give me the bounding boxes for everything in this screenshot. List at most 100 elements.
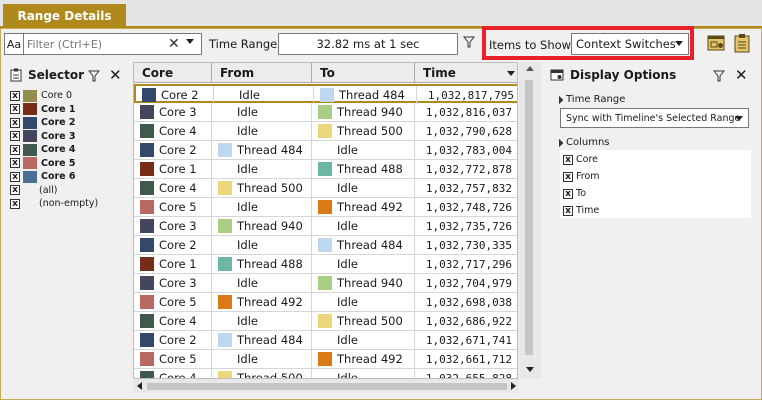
- table-row[interactable]: Core 3 Idle Thread 940 1,032,704,979: [134, 274, 517, 293]
- table-row[interactable]: Core 2 Idle Thread 484 1,032,730,335: [134, 236, 517, 255]
- cell-text: 1,032,817,795: [427, 88, 514, 102]
- color-swatch: [318, 295, 332, 309]
- cell-text: Thread 488: [237, 257, 303, 271]
- checkbox-checked[interactable]: x: [10, 104, 20, 114]
- horizontal-scrollbar[interactable]: [133, 379, 519, 393]
- vertical-scroll-thumb[interactable]: [525, 80, 533, 355]
- table-row[interactable]: Core 5 Idle Thread 492 1,032,661,712: [134, 350, 517, 369]
- color-swatch: [218, 124, 232, 138]
- scroll-right-icon[interactable]: [511, 382, 516, 390]
- column-option-to[interactable]: x To: [563, 186, 586, 201]
- column-header-time[interactable]: Time: [415, 63, 517, 83]
- checkbox-checked[interactable]: x: [563, 188, 573, 199]
- time-range-section-header[interactable]: Time Range: [554, 94, 625, 105]
- scroll-left-icon[interactable]: [137, 382, 142, 390]
- checkbox-checked[interactable]: x: [10, 90, 20, 101]
- table-row[interactable]: Core 1 Idle Thread 488 1,032,772,878: [134, 160, 517, 179]
- checkbox-checked[interactable]: x: [563, 154, 573, 165]
- table-row[interactable]: Core 2 Idle Thread 484 1,032,817,795: [134, 84, 517, 104]
- section-label: Columns: [566, 137, 610, 148]
- funnel-icon[interactable]: [713, 70, 725, 82]
- column-header-label: Core: [142, 66, 174, 80]
- column-header-from[interactable]: From: [212, 63, 312, 83]
- color-swatch: [140, 238, 154, 252]
- table-row[interactable]: Core 1 Thread 488 Idle 1,032,717,296: [134, 255, 517, 274]
- filter-history-dropdown-icon[interactable]: [186, 39, 194, 44]
- table-cell: Thread 484: [314, 86, 417, 104]
- close-icon[interactable]: ✕: [109, 66, 122, 84]
- table-cell: Idle: [212, 103, 312, 121]
- column-option-core[interactable]: x Core: [563, 152, 598, 167]
- checkbox-checked[interactable]: x: [10, 144, 20, 155]
- checkbox-checked[interactable]: x: [10, 117, 20, 128]
- time-range-field[interactable]: 32.82 ms at 1 sec: [278, 33, 458, 55]
- horizontal-scroll-thumb[interactable]: [147, 383, 507, 390]
- table-row[interactable]: Core 4 Idle Thread 500 1,032,790,628: [134, 122, 517, 141]
- table-cell: Idle: [214, 86, 314, 104]
- selector-item[interactable]: x Core 0: [10, 89, 72, 102]
- tab-range-details[interactable]: Range Details: [3, 4, 126, 27]
- checkbox-checked[interactable]: x: [10, 171, 20, 182]
- table-cell: 1,032,783,004: [415, 141, 517, 159]
- cell-text: Thread 500: [237, 181, 303, 195]
- highlight-box: [482, 26, 694, 60]
- checkbox-checked[interactable]: x: [563, 171, 573, 182]
- selector-item[interactable]: x Core 5: [10, 157, 76, 170]
- selector-item[interactable]: x Core 4: [10, 143, 76, 156]
- selector-item[interactable]: x (all): [10, 184, 58, 197]
- checkbox-checked[interactable]: x: [10, 185, 20, 195]
- table-cell: 1,032,757,832: [415, 179, 517, 197]
- table-row[interactable]: Core 3 Thread 940 Idle 1,032,735,726: [134, 217, 517, 236]
- checkbox-checked[interactable]: x: [563, 205, 573, 216]
- column-header-to[interactable]: To: [312, 63, 415, 83]
- scroll-up-icon[interactable]: [526, 66, 534, 71]
- table-cell: Thread 940: [312, 274, 415, 292]
- scroll-down-icon[interactable]: [526, 367, 534, 372]
- clipboard-icon[interactable]: [732, 33, 752, 53]
- cell-text: 1,032,704,979: [425, 276, 512, 290]
- table-cell: Idle: [212, 312, 312, 330]
- selector-item[interactable]: x Core 1: [10, 103, 76, 116]
- checkbox-checked[interactable]: x: [10, 131, 20, 141]
- table-row[interactable]: Core 5 Thread 492 Idle 1,032,698,038: [134, 293, 517, 312]
- column-header-core[interactable]: Core: [134, 63, 212, 83]
- table-row[interactable]: Core 2 Thread 484 Idle 1,032,783,004: [134, 141, 517, 160]
- selector-item[interactable]: x (non-empty): [10, 197, 98, 210]
- table-row[interactable]: Core 4 Thread 500 Idle 1,032,757,832: [134, 179, 517, 198]
- table-row[interactable]: Core 4 Idle Thread 500 1,032,686,922: [134, 312, 517, 331]
- time-range-sync-select[interactable]: Sync with Timeline's Selected Range: [560, 108, 749, 128]
- selector-item-label: Core 5: [41, 157, 76, 169]
- table-row[interactable]: Core 3 Idle Thread 940 1,032,816,037: [134, 103, 517, 122]
- table-cell: Idle: [212, 274, 312, 292]
- columns-section-header[interactable]: Columns: [554, 137, 610, 148]
- checkbox-checked[interactable]: x: [10, 158, 20, 168]
- cell-text: Core 2: [159, 238, 197, 252]
- checkbox-checked[interactable]: x: [10, 198, 20, 209]
- vertical-scrollbar[interactable]: [519, 62, 541, 379]
- table-row[interactable]: Core 4 Thread 500 Idle 1,032,655,828: [134, 369, 517, 378]
- window-settings-icon[interactable]: [706, 33, 726, 53]
- selector-item[interactable]: x Core 2: [10, 116, 76, 129]
- cell-text: Idle: [337, 181, 358, 195]
- clear-filter-icon[interactable]: ✕: [168, 36, 180, 52]
- table-cell: 1,032,717,296: [415, 255, 517, 273]
- funnel-icon[interactable]: [88, 70, 100, 82]
- table-cell: Core 5: [134, 293, 212, 311]
- sort-descending-icon: [507, 71, 515, 76]
- match-case-toggle[interactable]: Aa: [4, 33, 24, 55]
- cell-text: Core 2: [161, 88, 199, 102]
- close-icon[interactable]: ✕: [735, 66, 748, 84]
- funnel-icon[interactable]: [463, 36, 475, 48]
- table-cell: 1,032,816,037: [415, 103, 517, 121]
- table-cell: Thread 484: [312, 236, 415, 254]
- selector-item[interactable]: x Core 6: [10, 170, 76, 183]
- cell-text: Idle: [237, 314, 258, 328]
- filter-input[interactable]: [27, 36, 162, 52]
- column-option-from[interactable]: x From: [563, 169, 600, 184]
- selector-item[interactable]: x Core 3: [10, 130, 76, 143]
- cell-text: Core 5: [159, 295, 197, 309]
- color-swatch: [318, 352, 332, 366]
- table-row[interactable]: Core 2 Thread 484 Idle 1,032,671,741: [134, 331, 517, 350]
- table-row[interactable]: Core 5 Idle Thread 492 1,032,748,726: [134, 198, 517, 217]
- column-option-time[interactable]: x Time: [563, 203, 599, 218]
